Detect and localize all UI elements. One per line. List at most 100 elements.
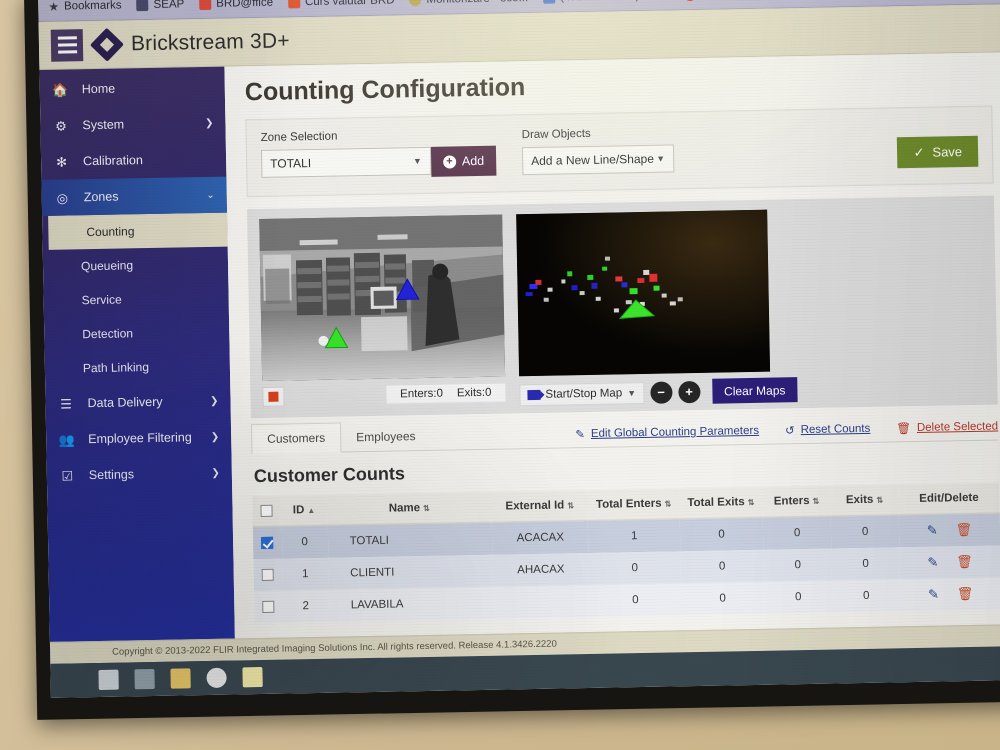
sidebar-subitem-label: Queueing [80, 258, 134, 274]
clear-maps-button[interactable]: Clear Maps [711, 377, 798, 404]
hamburger-icon[interactable] [50, 28, 84, 62]
camera-video-feed[interactable] [259, 214, 506, 381]
save-button[interactable]: ✓ Save [897, 135, 979, 169]
counts-readout: Enters:0 Exits:0 [385, 383, 506, 404]
sidebar-item-employee-filtering[interactable]: 👥 Employee Filtering ❯ [46, 419, 232, 458]
table-actions: ✎ Edit Global Counting Parameters ↺ Rese… [575, 419, 998, 447]
chevron-down-icon: ▼ [656, 153, 666, 164]
bookmark-label: SEAP [153, 0, 185, 11]
trash-icon[interactable]: 🗑 [957, 586, 974, 601]
column-header-name[interactable]: Name ⇅ [326, 491, 492, 526]
column-header-external-id[interactable]: External Id ⇅ [491, 490, 589, 523]
bookmark-item[interactable]: Curs valutar BRD [287, 0, 395, 8]
sidebar-item-data-delivery[interactable]: ☰ Data Delivery ❯ [45, 383, 231, 422]
bookmarks-button[interactable]: ★ Bookmarks [48, 0, 122, 13]
bookmark-item[interactable]: SEAP [136, 0, 184, 11]
target-icon: ◎ [56, 189, 69, 206]
cell-external-id: ACACAX [516, 531, 565, 545]
tab-bar: Customers Employees ✎ Edit Global Counti… [250, 410, 999, 455]
zone-selection-value: TOTALI [270, 156, 312, 171]
trash-icon[interactable]: 🗑 [956, 522, 973, 537]
enters-count: Enters:0 [399, 387, 444, 401]
plus-icon: + [685, 384, 694, 400]
chevron-down-icon: ▼ [412, 155, 423, 167]
bookmark-item[interactable]: Pagina mea Vodafo... [683, 0, 811, 1]
sidebar-subitem-label: Path Linking [82, 360, 150, 376]
zone-selection-select[interactable]: TOTALI ▼ [260, 146, 432, 178]
sidebar-item-counting[interactable]: Counting [48, 212, 228, 250]
edit-global-counting-parameters-button[interactable]: ✎ Edit Global Counting Parameters [575, 424, 759, 441]
row-select-cell[interactable] [254, 591, 283, 624]
delete-selected-button[interactable]: 🗑 Delete Selected [896, 419, 998, 435]
stop-square-icon[interactable] [262, 386, 285, 407]
sidebar-item-home[interactable]: 🏠 Home [39, 69, 225, 108]
bookmark-label: Curs valutar BRD [304, 0, 395, 8]
select-all-checkbox[interactable] [260, 504, 273, 518]
main-content: Counting Configuration Zone Selection TO… [224, 52, 1000, 663]
cell-enters: 0 [795, 591, 802, 604]
chrome-icon[interactable] [206, 667, 227, 689]
row-select-cell[interactable] [253, 559, 282, 592]
column-header-exits[interactable]: Exits ⇅ [830, 484, 899, 517]
column-header-id[interactable]: ID ▲ [280, 494, 328, 527]
cell-total-enters: 0 [631, 562, 639, 575]
gear-icon: ⚙ [54, 117, 67, 134]
bookmark-item[interactable]: (47150 necitite) - ta... [542, 0, 669, 4]
sidebar-item-path-linking[interactable]: Path Linking [45, 349, 231, 386]
tab-employees[interactable]: Employees [341, 422, 431, 452]
bookmark-item[interactable]: Monitorizare - eco... [409, 0, 528, 6]
cell-edit-delete: ✎ 🗑 [899, 545, 1000, 579]
cell-name: TOTALI [349, 534, 389, 548]
camera-scene [259, 214, 506, 381]
bookmark-label: Monitorizare - eco... [426, 0, 528, 5]
column-header-total-exits[interactable]: Total Exits ⇅ [679, 486, 763, 519]
database-icon: ☰ [60, 395, 73, 412]
row-checkbox[interactable] [261, 568, 275, 582]
section-title: Customer Counts [253, 463, 406, 487]
table-body: 0 TOTALI ACACAX 1 0 0 0 ✎ 🗑 1 CLIENTI AH… [252, 512, 1000, 624]
draw-objects-select[interactable]: Add a New Line/Shape ▼ [521, 144, 675, 176]
draw-objects-value: Add a New Line/Shape [531, 151, 655, 168]
sidebar-item-label: Calibration [82, 153, 143, 169]
select-all-header[interactable] [252, 495, 282, 527]
trash-icon: 🗑 [896, 423, 912, 436]
zoom-out-button[interactable]: − [649, 380, 673, 404]
camera-toolbar: Enters:0 Exits:0 [262, 383, 506, 407]
sidebar-item-label: Home [81, 81, 116, 97]
edit-icon[interactable]: ✎ [928, 587, 939, 602]
row-select-cell[interactable] [253, 526, 282, 559]
trash-icon[interactable]: 🗑 [956, 554, 973, 569]
row-checkbox[interactable] [261, 536, 274, 550]
sidebar-item-detection[interactable]: Detection [44, 315, 230, 352]
sidebar-item-system[interactable]: ⚙ System ❯ [40, 105, 226, 144]
windows-start-icon[interactable] [98, 669, 119, 691]
sort-asc-icon: ▲ [307, 506, 316, 516]
app-icon[interactable] [242, 667, 263, 688]
sidebar-item-zones[interactable]: ◎ Zones ⌄ [41, 176, 228, 216]
row-checkbox[interactable] [262, 600, 275, 614]
reset-counts-button[interactable]: ↺ Reset Counts [785, 422, 871, 438]
sidebar-item-queueing[interactable]: Queueing [43, 247, 229, 284]
sidebar-item-settings[interactable]: ☑ Settings ❯ [47, 455, 233, 494]
file-explorer-icon[interactable] [170, 668, 191, 689]
cell-enters: 0 [794, 559, 802, 572]
add-button-label: Add [461, 153, 485, 169]
sort-icon: ⇅ [876, 495, 884, 505]
edit-icon[interactable]: ✎ [927, 523, 938, 538]
crosshair-icon: ✻ [56, 153, 68, 170]
configuration-panel: Zone Selection TOTALI ▼ + Add Draw Objec… [245, 105, 994, 198]
save-icon: ✓ [913, 144, 925, 160]
sidebar-item-calibration[interactable]: ✻ Calibration [41, 141, 227, 180]
column-header-enters[interactable]: Enters ⇅ [762, 485, 831, 518]
task-view-icon[interactable] [134, 668, 155, 690]
zoom-in-button[interactable]: + [677, 380, 701, 403]
start-stop-map-button[interactable]: Start/Stop Map ▼ [519, 381, 645, 406]
app-icon [683, 0, 696, 1]
tab-customers[interactable]: Customers [250, 422, 342, 455]
edit-icon[interactable]: ✎ [927, 555, 938, 570]
sidebar-item-service[interactable]: Service [43, 281, 229, 318]
column-header-total-enters[interactable]: Total Enters ⇅ [587, 488, 680, 521]
add-zone-button[interactable]: + Add [430, 145, 497, 177]
bookmark-item[interactable]: BRD@ffice [199, 0, 273, 10]
tracking-map-feed[interactable] [516, 209, 771, 377]
